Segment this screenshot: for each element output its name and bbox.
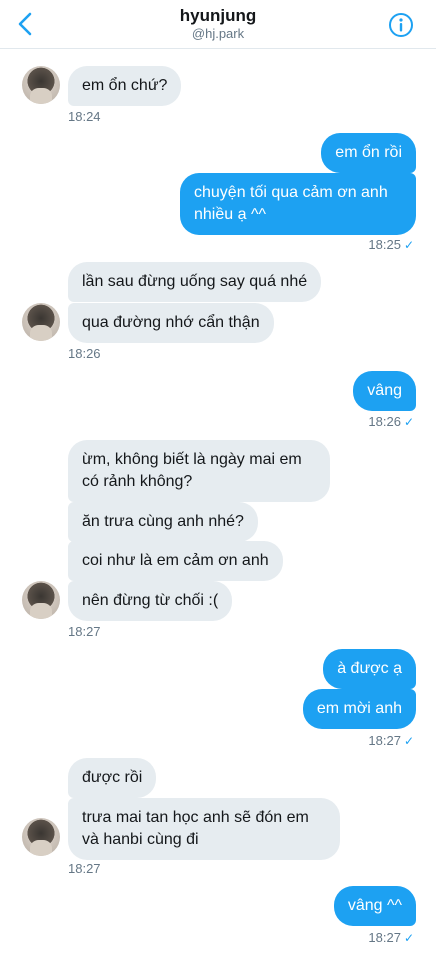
read-receipt-icon: ✓ bbox=[403, 931, 414, 945]
message-bubble-outgoing[interactable]: vâng bbox=[353, 371, 416, 411]
read-receipt-icon: ✓ bbox=[403, 415, 414, 429]
message-timestamp: 18:27 ✓ bbox=[368, 733, 414, 749]
message-timestamp: 18:27 bbox=[68, 861, 101, 876]
info-icon[interactable] bbox=[388, 12, 414, 38]
timestamp-text: 18:27 bbox=[68, 624, 101, 639]
message-timestamp: 18:26 ✓ bbox=[368, 414, 414, 430]
message-bubble-outgoing[interactable]: chuyện tối qua cảm ơn anh nhiều ạ ^^ bbox=[180, 173, 416, 235]
avatar[interactable] bbox=[22, 66, 60, 104]
read-receipt-icon: ✓ bbox=[403, 238, 414, 252]
conversation-title-block[interactable]: hyunjung @hj.park bbox=[0, 6, 436, 41]
avatar[interactable] bbox=[22, 303, 60, 341]
avatar[interactable] bbox=[22, 581, 60, 619]
message-bubble-incoming[interactable]: ừm, không biết là ngày mai em có rảnh kh… bbox=[68, 440, 330, 502]
message-timestamp: 18:25 ✓ bbox=[368, 237, 414, 253]
conversation-handle: @hj.park bbox=[191, 26, 245, 41]
message-bubble-incoming[interactable]: được rồi bbox=[68, 758, 157, 798]
message-bubble-incoming[interactable]: lần sau đừng uống say quá nhé bbox=[68, 262, 322, 302]
message-bubble-incoming[interactable]: ăn trưa cùng anh nhé? bbox=[68, 502, 258, 542]
timestamp-text: 18:26 bbox=[368, 414, 401, 429]
avatar[interactable] bbox=[22, 818, 60, 856]
message-bubble-incoming[interactable]: nên đừng từ chối :( bbox=[68, 581, 233, 621]
message-bubble-outgoing[interactable]: à được ạ bbox=[323, 649, 416, 689]
message-bubble-outgoing[interactable]: vâng ^^ bbox=[333, 886, 416, 926]
message-bubble-incoming[interactable]: coi như là em cảm ơn anh bbox=[68, 541, 283, 581]
timestamp-text: 18:27 bbox=[368, 733, 401, 748]
message-list[interactable]: em ổn chứ? 18:24 em ổn rồi chuyện tối qu… bbox=[0, 48, 436, 960]
message-bubble-outgoing[interactable]: em ổn rồi bbox=[321, 133, 416, 173]
read-receipt-icon: ✓ bbox=[403, 734, 414, 748]
timestamp-text: 18:27 bbox=[368, 930, 401, 945]
timestamp-text: 18:25 bbox=[368, 237, 401, 252]
message-bubble-incoming[interactable]: em ổn chứ? bbox=[68, 66, 182, 106]
message-timestamp: 18:26 bbox=[68, 346, 101, 361]
timestamp-text: 18:27 bbox=[68, 861, 101, 876]
message-timestamp: 18:27 bbox=[68, 624, 101, 639]
message-bubble-incoming[interactable]: qua đường nhớ cẩn thận bbox=[68, 303, 274, 343]
message-bubble-incoming[interactable]: trưa mai tan học anh sẽ đón em và hanbi … bbox=[68, 798, 340, 860]
timestamp-text: 18:26 bbox=[68, 346, 101, 361]
conversation-header: hyunjung @hj.park bbox=[0, 0, 436, 49]
timestamp-text: 18:24 bbox=[68, 109, 101, 124]
message-bubble-outgoing[interactable]: em mời anh bbox=[302, 689, 416, 729]
message-timestamp: 18:27 ✓ bbox=[368, 930, 414, 946]
message-timestamp: 18:24 bbox=[68, 109, 101, 124]
conversation-title: hyunjung bbox=[179, 6, 257, 25]
